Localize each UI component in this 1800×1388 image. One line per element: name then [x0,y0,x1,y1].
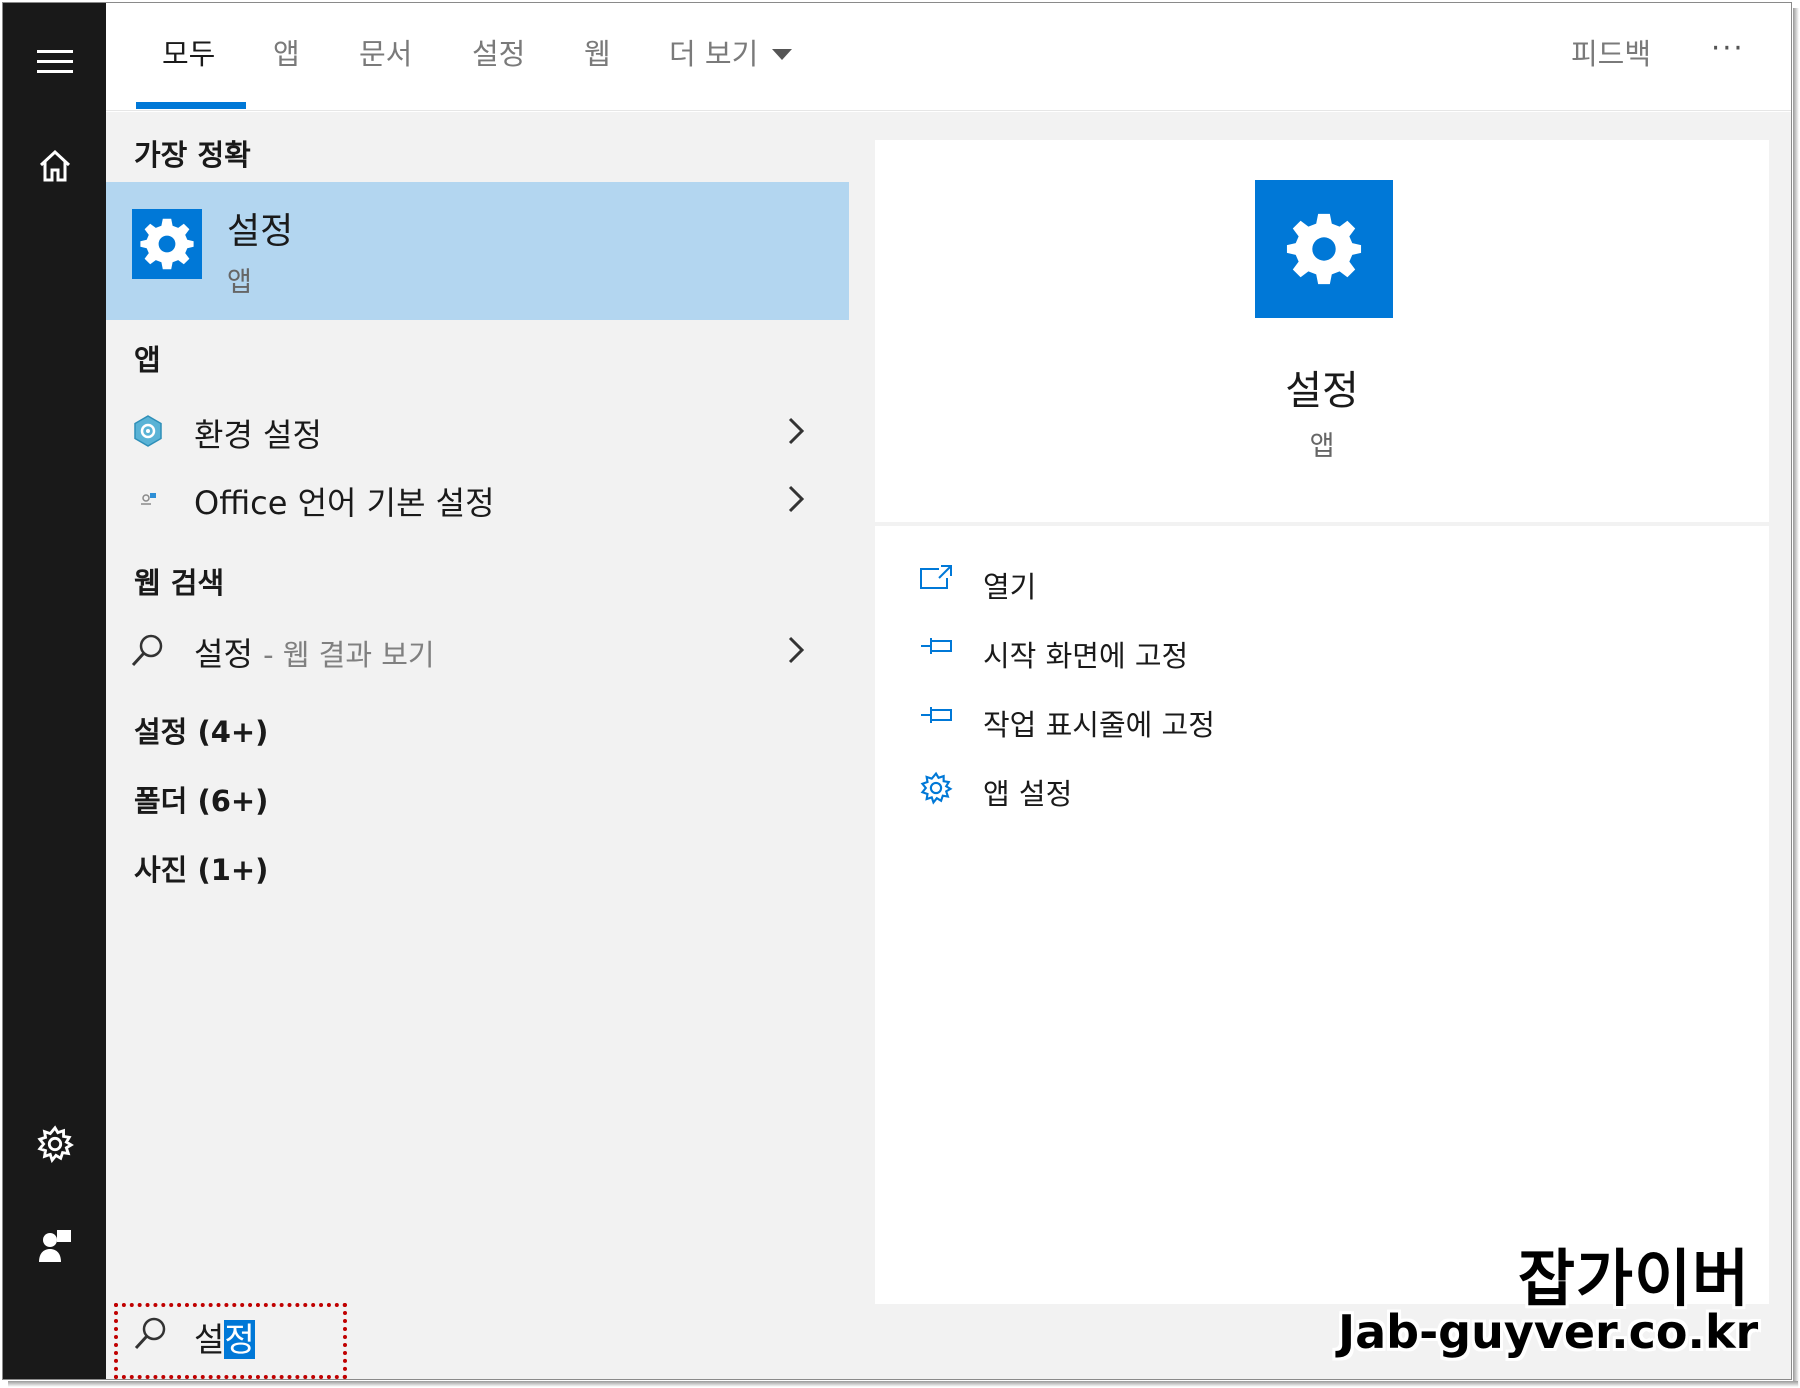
control-panel-icon [130,413,166,449]
search-icon [133,1315,169,1355]
action-pin-taskbar[interactable]: 작업 표시줄에 고정 [919,696,1519,746]
search-icon [130,632,166,668]
search-text-plain: 설 [194,1320,225,1359]
category-folders[interactable]: 폴더 (6+) [134,778,268,820]
gear-icon [132,209,202,279]
action-pin-start[interactable]: 시작 화면에 고정 [919,627,1519,677]
preview-header-card: 설정 앱 [875,140,1769,522]
hamburger-icon[interactable] [3,17,106,107]
best-match-title: 설정 [227,211,294,252]
home-icon[interactable] [3,121,106,211]
search-text-selected: 정 [224,1320,255,1359]
office-language-icon [130,481,166,517]
gear-icon [919,771,953,809]
search-bar: 설정 [106,1295,849,1379]
pin-icon [919,633,955,663]
tab-more[interactable]: 더 보기 [669,31,793,73]
filter-tab-bar: 모두 앱 문서 설정 웹 더 보기 피드백 ··· [106,3,1791,111]
more-options-button[interactable]: ··· [1711,31,1745,65]
list-item-label: 환경 설정 [194,416,322,454]
preview-actions-card: 열기 시작 화면에 고정 작업 표시줄에 고정 앱 설정 [875,526,1769,1304]
window-shadow-right [1793,8,1799,1386]
apps-header: 앱 [134,343,161,377]
list-item[interactable]: 환경 설정 [106,396,849,466]
chevron-right-icon[interactable] [786,484,806,518]
tab-web[interactable]: 웹 [584,31,611,73]
preview-title: 설정 [1285,368,1359,414]
action-label: 열기 [983,570,1037,604]
category-settings[interactable]: 설정 (4+) [134,709,268,751]
list-item[interactable]: Office 언어 기본 설정 [106,464,849,534]
web-result-item[interactable]: 설정 - 웹 결과 보기 [106,615,849,685]
web-result-suffix: - 웹 결과 보기 [263,638,435,672]
action-label: 시작 화면에 고정 [983,639,1189,673]
left-rail [3,3,106,1379]
tab-apps[interactable]: 앱 [273,31,300,73]
active-tab-indicator [136,102,246,109]
best-match-subtitle: 앱 [227,267,252,298]
web-result-query: 설정 [194,635,253,673]
category-photos[interactable]: 사진 (1+) [134,847,268,889]
action-app-settings[interactable]: 앱 설정 [919,765,1519,815]
action-label: 작업 표시줄에 고정 [983,708,1215,742]
best-match-item[interactable]: 설정 앱 [106,182,849,320]
preview-subtitle: 앱 [1309,431,1335,462]
feedback-person-icon[interactable] [3,1201,106,1291]
chevron-right-icon[interactable] [786,635,806,669]
action-open[interactable]: 열기 [919,558,1519,608]
tab-settings[interactable]: 설정 [472,31,525,73]
pin-icon [919,702,955,732]
search-input[interactable]: 설정 [194,1313,255,1361]
best-match-header: 가장 정확 [134,138,251,172]
watermark-url: Jab-guyver.co.kr [1338,1305,1759,1359]
web-search-header: 웹 검색 [134,566,225,600]
search-window: 모두 앱 문서 설정 웹 더 보기 피드백 ··· 가장 정확 설정 앱 앱 환… [2,2,1792,1380]
list-item-label: Office 언어 기본 설정 [194,484,495,522]
tab-documents[interactable]: 문서 [359,31,412,73]
feedback-link[interactable]: 피드백 [1571,31,1651,73]
window-shadow-bottom [8,1381,1798,1387]
gear-icon[interactable] [3,1099,106,1189]
gear-icon [1255,180,1393,318]
tab-all[interactable]: 모두 [162,31,215,73]
results-list: 가장 정확 설정 앱 앱 환경 설정 Office 언어 기본 설정 웹 검색 … [106,112,849,1295]
tab-more-label: 더 보기 [669,37,759,71]
preview-pane: 설정 앱 열기 시작 화면에 고정 작업 표시줄에 고정 앱 설정 [849,112,1791,1379]
chevron-right-icon[interactable] [786,416,806,450]
action-label: 앱 설정 [983,777,1073,811]
web-result-text: 설정 - 웹 결과 보기 [194,629,435,675]
open-icon [919,564,953,596]
chevron-down-icon [772,48,793,60]
